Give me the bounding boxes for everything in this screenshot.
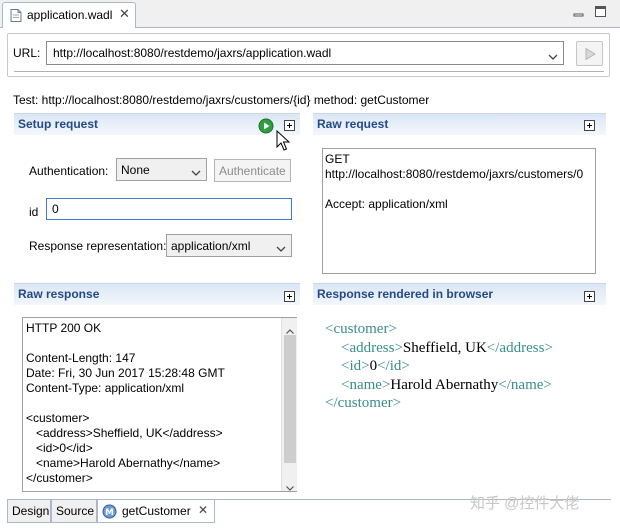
tab-source[interactable]: Source bbox=[51, 500, 97, 523]
close-icon[interactable]: ✕ bbox=[198, 503, 208, 517]
xml-tag: <name> bbox=[341, 376, 391, 393]
test-description: Test: http://localhost:8080/restdemo/jax… bbox=[13, 93, 430, 107]
raw-response-line: <name>Harold Abernathy</name> bbox=[26, 456, 221, 470]
raw-response-line: Date: Fri, 30 Jun 2017 15:28:48 GMT bbox=[26, 366, 225, 380]
response-representation-label: Response representation: bbox=[29, 239, 167, 253]
xml-line-address: <address>Sheffield, UK</address> bbox=[325, 339, 553, 358]
id-label: id bbox=[29, 205, 39, 219]
expand-icon[interactable] bbox=[584, 291, 595, 302]
raw-request-line: GET bbox=[325, 152, 350, 166]
raw-response-line: Content-Type: application/xml bbox=[26, 381, 185, 395]
raw-response-title: Raw response bbox=[18, 287, 100, 301]
raw-response-line: <address>Sheffield, UK</address> bbox=[26, 426, 223, 440]
raw-response-lines: HTTP 200 OK Content-Length: 147 Date: Fr… bbox=[26, 321, 225, 486]
authentication-select[interactable]: None bbox=[116, 158, 207, 181]
id-value: 0 bbox=[52, 202, 59, 216]
raw-response-section: Raw response HTTP 200 OK Content-Length:… bbox=[14, 283, 300, 495]
setup-request-header: Setup request bbox=[14, 113, 300, 135]
editor-tab-application-wadl[interactable]: application.wadl ✕ bbox=[2, 2, 136, 28]
raw-request-section: Raw request GET http://localhost:8080/re… bbox=[313, 113, 606, 277]
xml-tag: </id> bbox=[377, 358, 410, 374]
scroll-down-icon[interactable] bbox=[286, 480, 294, 494]
authenticate-button[interactable]: Authenticate bbox=[214, 159, 291, 182]
chevron-down-icon[interactable] bbox=[548, 50, 558, 64]
xml-tag: <customer> bbox=[325, 321, 397, 337]
xml-line-customer-open: <customer> bbox=[325, 320, 553, 339]
chevron-down-icon bbox=[276, 242, 286, 256]
raw-request-line: http://localhost:8080/restdemo/jaxrs/cus… bbox=[325, 167, 584, 181]
url-combo[interactable]: http://localhost:8080/restdemo/jaxrs/app… bbox=[46, 41, 564, 65]
raw-response-text[interactable]: HTTP 200 OK Content-Length: 147 Date: Fr… bbox=[22, 317, 297, 492]
run-button[interactable] bbox=[576, 41, 603, 66]
raw-response-line bbox=[26, 336, 225, 351]
raw-response-line bbox=[26, 396, 225, 411]
rendered-xml: <customer> <address>Sheffield, UK</addre… bbox=[325, 320, 553, 413]
setup-request-section: Setup request Authentication: None Authe… bbox=[14, 113, 300, 273]
url-separator bbox=[14, 71, 604, 72]
editor-tab-label: application.wadl bbox=[27, 8, 113, 22]
raw-request-title: Raw request bbox=[317, 117, 389, 131]
vertical-scrollbar[interactable] bbox=[281, 318, 297, 491]
expand-icon[interactable] bbox=[284, 291, 295, 302]
xml-tag: </name> bbox=[498, 376, 552, 393]
minimize-icon[interactable] bbox=[572, 5, 586, 19]
mouse-cursor-icon bbox=[276, 129, 291, 155]
tab-getcustomer[interactable]: M getCustomer ✕ bbox=[97, 500, 215, 523]
tab-design[interactable]: Design bbox=[7, 500, 51, 523]
svg-text:M: M bbox=[105, 508, 114, 518]
authenticate-button-label: Authenticate bbox=[219, 164, 286, 178]
method-icon: M bbox=[102, 504, 117, 522]
xml-line-id: <id>0</id> bbox=[325, 357, 553, 376]
rendered-response-header: Response rendered in browser bbox=[313, 283, 606, 305]
raw-request-text[interactable]: GET http://localhost:8080/restdemo/jaxrs… bbox=[322, 148, 596, 274]
raw-request-lines: GET http://localhost:8080/restdemo/jaxrs… bbox=[325, 152, 583, 212]
response-representation-select[interactable]: application/xml bbox=[166, 234, 292, 257]
authentication-label: Authentication: bbox=[29, 164, 109, 178]
xml-text: Harold Abernathy bbox=[390, 376, 499, 393]
xml-line-name: <name>Harold Abernathy</name> bbox=[325, 376, 553, 395]
tab-source-label: Source bbox=[56, 504, 95, 518]
xml-tag: <id> bbox=[341, 358, 370, 374]
raw-response-line: Content-Length: 147 bbox=[26, 351, 136, 365]
response-representation-value: application/xml bbox=[171, 239, 251, 253]
chevron-down-icon bbox=[191, 166, 201, 180]
url-label: URL: bbox=[13, 46, 41, 60]
raw-response-line: HTTP 200 OK bbox=[26, 321, 102, 335]
raw-request-line bbox=[325, 182, 583, 197]
raw-request-line: Accept: application/xml bbox=[325, 197, 448, 211]
raw-response-line: <customer> bbox=[26, 411, 90, 425]
tab-getcustomer-label: getCustomer bbox=[122, 504, 191, 518]
rendered-response-section: Response rendered in browser <customer> … bbox=[313, 283, 606, 495]
xml-tag: </address> bbox=[486, 339, 553, 356]
setup-request-title: Setup request bbox=[18, 117, 99, 131]
raw-response-header: Raw response bbox=[14, 283, 300, 305]
tab-design-label: Design bbox=[12, 504, 50, 518]
raw-response-line: <id>0</id> bbox=[26, 441, 93, 455]
expand-icon[interactable] bbox=[584, 120, 595, 131]
xml-text: Sheffield, UK bbox=[402, 339, 487, 356]
id-input[interactable]: 0 bbox=[46, 198, 292, 220]
url-value: http://localhost:8080/restdemo/jaxrs/app… bbox=[53, 46, 332, 60]
maximize-icon[interactable] bbox=[594, 5, 608, 19]
xml-text: 0 bbox=[369, 358, 378, 374]
play-icon bbox=[585, 48, 596, 60]
scroll-thumb[interactable] bbox=[284, 335, 296, 463]
watermark: 知乎 @控件大佬 bbox=[470, 495, 580, 512]
rendered-response-title: Response rendered in browser bbox=[317, 287, 494, 301]
close-icon[interactable]: ✕ bbox=[119, 6, 130, 22]
xml-tag: <address> bbox=[341, 339, 403, 356]
xml-line-customer-close: </customer> bbox=[325, 394, 553, 413]
file-icon bbox=[10, 9, 22, 22]
authentication-value: None bbox=[121, 163, 150, 177]
run-request-icon[interactable] bbox=[258, 118, 274, 137]
raw-response-line: </customer> bbox=[26, 471, 93, 485]
raw-request-header: Raw request bbox=[313, 113, 606, 135]
xml-tag: </customer> bbox=[325, 395, 402, 411]
